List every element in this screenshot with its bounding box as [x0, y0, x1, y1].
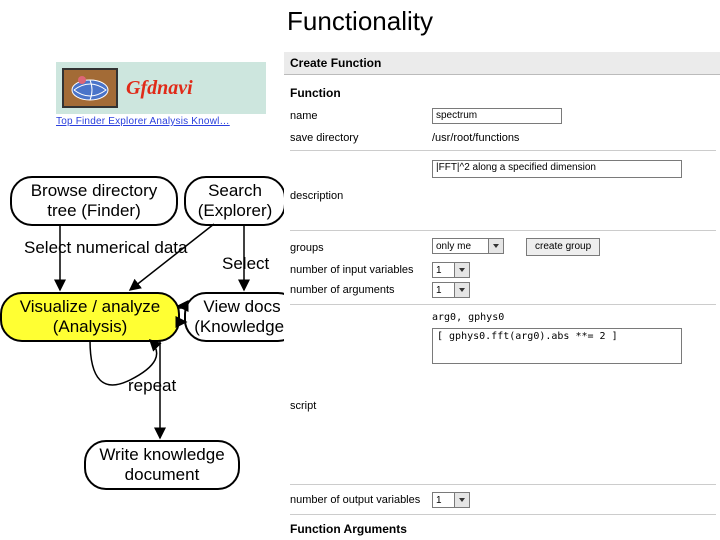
divider-5 — [290, 514, 716, 515]
nav-links[interactable]: Top Finder Explorer Analysis Knowl… — [56, 116, 266, 127]
page-title: Functionality — [0, 6, 720, 37]
node-search-l2: (Explorer) — [198, 201, 273, 221]
chevron-down-icon — [454, 263, 469, 277]
node-browse-l2: tree (Finder) — [47, 201, 141, 221]
logo-icon — [62, 68, 118, 108]
chevron-down-icon — [454, 283, 469, 297]
divider-2 — [290, 230, 716, 231]
node-browse-l1: Browse directory — [31, 181, 158, 201]
name-label: name — [290, 110, 318, 122]
node-browse: Browse directory tree (Finder) — [10, 176, 178, 226]
script-label: script — [290, 400, 316, 412]
node-view: View docs (Knowledge) — [184, 292, 300, 342]
create-group-button[interactable]: create group — [526, 238, 600, 256]
num-out-value: 1 — [436, 495, 454, 506]
section-func-args: Function Arguments — [290, 522, 407, 536]
label-select-data: Select numerical data — [24, 238, 187, 258]
node-write-l1: Write knowledge — [99, 445, 224, 465]
num-out-label: number of output variables — [290, 494, 420, 506]
save-dir-label: save directory — [290, 132, 358, 144]
node-visualize: Visualize / analyze (Analysis) — [0, 292, 180, 342]
script-input[interactable]: [ gphys0.fft(arg0).abs **= 2 ] — [432, 328, 682, 364]
chevron-down-icon — [454, 493, 469, 507]
logo-banner: Gfdnavi — [56, 62, 266, 114]
label-repeat: repeat — [128, 376, 176, 396]
save-dir-value: /usr/root/functions — [432, 132, 519, 144]
node-search-l1: Search — [208, 181, 262, 201]
num-args-value: 1 — [436, 285, 454, 296]
node-view-l1: View docs — [203, 297, 280, 317]
description-input[interactable]: |FFT|^2 along a specified dimension — [432, 160, 682, 178]
label-select: Select — [222, 254, 269, 274]
num-args-select[interactable]: 1 — [432, 282, 470, 298]
node-search: Search (Explorer) — [184, 176, 286, 226]
node-write: Write knowledge document — [84, 440, 240, 490]
section-function: Function — [290, 86, 341, 100]
num-out-select[interactable]: 1 — [432, 492, 470, 508]
num-args-label: number of arguments — [290, 284, 395, 296]
node-visualize-l1: Visualize / analyze — [20, 297, 161, 317]
name-input[interactable]: spectrum — [432, 108, 562, 124]
num-input-label: number of input variables — [290, 264, 414, 276]
node-visualize-l2: (Analysis) — [53, 317, 128, 337]
create-function-panel: Create Function Function name spectrum s… — [284, 52, 720, 540]
divider-1 — [290, 150, 716, 151]
groups-label: groups — [290, 242, 324, 254]
divider-3 — [290, 304, 716, 305]
groups-value: only me — [436, 241, 488, 252]
num-input-select[interactable]: 1 — [432, 262, 470, 278]
num-input-value: 1 — [436, 265, 454, 276]
window-title-text: Create Function — [290, 56, 381, 70]
divider-4 — [290, 484, 716, 485]
node-write-l2: document — [125, 465, 200, 485]
chevron-down-icon — [488, 239, 503, 253]
node-view-l2: (Knowledge) — [194, 317, 289, 337]
groups-select[interactable]: only me — [432, 238, 504, 254]
logo-text: Gfdnavi — [126, 77, 193, 100]
arg-hint: arg0, gphys0 — [432, 312, 504, 323]
window-titlebar: Create Function — [284, 52, 720, 75]
description-label: description — [290, 190, 343, 202]
